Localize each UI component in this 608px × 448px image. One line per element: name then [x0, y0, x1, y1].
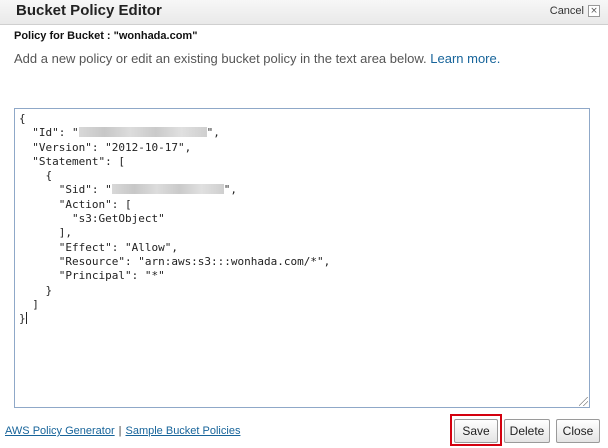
policy-line: } [19, 312, 26, 326]
policy-line: ] [19, 297, 39, 311]
policy-textarea[interactable]: { "Id": " ", "Version": "2012-10-17", "St… [14, 108, 590, 408]
policy-line: "s3:GetObject" [19, 212, 165, 226]
policy-line: ], [19, 226, 72, 240]
bucket-label: Policy for Bucket : "wonhada.com" [14, 30, 198, 42]
policy-line: "Principal": "*" [19, 269, 165, 283]
description-text: Add a new policy or edit an existing buc… [14, 51, 427, 66]
learn-more-link[interactable]: Learn more. [430, 51, 500, 66]
cancel-control: Cancel × [550, 5, 600, 17]
policy-line: { [19, 169, 53, 183]
resize-handle-icon[interactable] [579, 397, 588, 406]
text-caret [25, 312, 27, 325]
policy-line: "Id": " [19, 126, 79, 140]
close-button[interactable]: Close [556, 419, 600, 443]
dialog-titlebar: Bucket Policy Editor Cancel × [0, 0, 608, 25]
policy-line: "Sid": " [19, 183, 112, 197]
policy-line: "Version": "2012-10-17", [19, 140, 192, 154]
sample-bucket-policies-link[interactable]: Sample Bucket Policies [126, 425, 241, 437]
policy-line: "Statement": [ [19, 154, 125, 168]
delete-button[interactable]: Delete [504, 419, 550, 443]
save-button[interactable]: Save [454, 419, 498, 443]
close-icon[interactable]: × [588, 5, 600, 17]
footer-links: AWS Policy Generator | Sample Bucket Polic… [5, 425, 240, 437]
link-separator: | [118, 425, 122, 437]
policy-line: "Action": [ [19, 197, 132, 211]
dialog-title: Bucket Policy Editor [16, 2, 162, 19]
policy-line: "Effect": "Allow", [19, 240, 178, 254]
cancel-link[interactable]: Cancel [550, 5, 584, 17]
policy-line: { [19, 112, 26, 125]
aws-policy-generator-link[interactable]: AWS Policy Generator [5, 425, 115, 437]
redacted-sid [111, 184, 224, 195]
policy-line: "Resource": "arn:aws:s3:::wonhada.com/*"… [19, 254, 331, 268]
policy-line: } [19, 283, 53, 297]
description: Add a new policy or edit an existing buc… [14, 51, 500, 66]
policy-line: ", [223, 183, 237, 197]
redacted-id [78, 127, 207, 138]
policy-line: ", [206, 126, 220, 140]
